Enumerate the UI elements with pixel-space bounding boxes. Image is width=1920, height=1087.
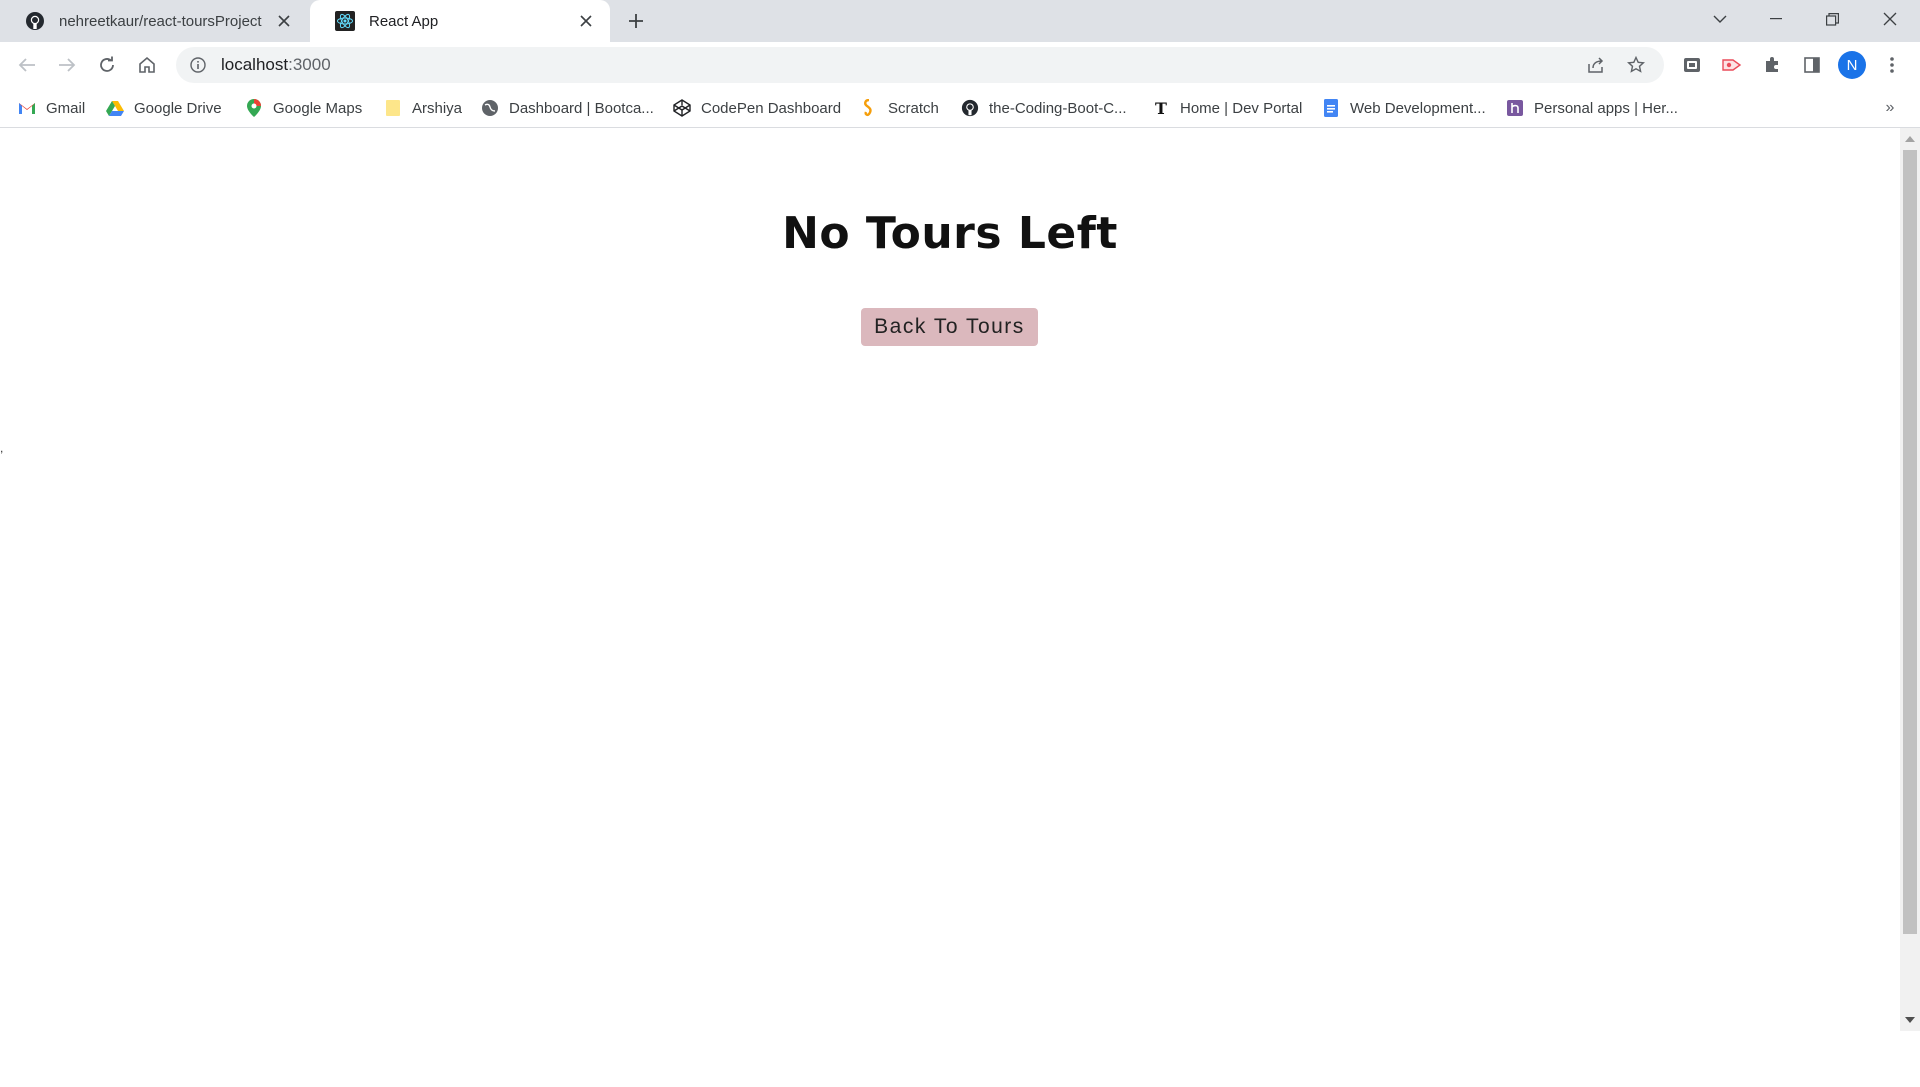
page-viewport: No Tours Left Back To Tours ,	[0, 128, 1900, 1031]
bookmark-dashboard[interactable]: Dashboard | Bootca...	[481, 88, 654, 128]
extension-clip-icon	[1684, 58, 1700, 72]
scroll-up-icon[interactable]	[1903, 132, 1917, 146]
plus-icon	[629, 14, 643, 28]
tab-react-app[interactable]: React App	[310, 0, 610, 42]
bookmark-label: Gmail	[46, 99, 86, 117]
bookmark-label: Web Development...	[1350, 99, 1486, 117]
tab-search-button[interactable]	[1692, 0, 1748, 38]
google-drive-icon	[106, 99, 124, 117]
bookmark-web-development[interactable]: Web Development...	[1322, 88, 1486, 128]
arrow-right-icon	[59, 58, 76, 72]
chevron-down-icon	[1713, 15, 1727, 23]
tab-title: nehreetkaur/react-toursProject	[59, 12, 262, 30]
page-title: No Tours Left	[782, 208, 1118, 259]
bookmark-dev-portal[interactable]: T Home | Dev Portal	[1152, 88, 1302, 128]
share-icon[interactable]	[1580, 49, 1612, 81]
bookmark-label: Scratch	[888, 99, 939, 117]
bookmark-google-maps[interactable]: Google Maps	[245, 88, 362, 128]
browser-toolbar: localhost:3000 N	[0, 42, 1920, 88]
globe-icon	[481, 99, 499, 117]
close-window-button[interactable]	[1862, 0, 1918, 38]
restore-icon	[1825, 12, 1839, 26]
bookmarks-bar: Gmail Google Drive Google Maps Arshiya D…	[0, 88, 1920, 128]
url-text: localhost:3000	[221, 55, 331, 75]
extension-button[interactable]	[1716, 49, 1748, 81]
side-panel-button[interactable]	[1796, 49, 1828, 81]
react-icon	[335, 11, 355, 31]
back-button[interactable]	[11, 49, 43, 81]
reload-button[interactable]	[91, 49, 123, 81]
arrow-left-icon	[18, 58, 35, 72]
bookmark-label: Arshiya	[412, 99, 463, 117]
google-maps-icon	[245, 99, 263, 117]
profile-avatar[interactable]: N	[1838, 51, 1866, 79]
window-bottom-area	[0, 1031, 1920, 1087]
close-icon	[1883, 12, 1897, 26]
bookmark-label: Google Drive	[134, 99, 222, 117]
extension-button[interactable]	[1676, 49, 1708, 81]
vertical-scrollbar[interactable]	[1900, 128, 1920, 1031]
extensions-button[interactable]	[1756, 49, 1788, 81]
bookmark-label: the-Coding-Boot-C...	[989, 99, 1127, 117]
bookmark-codepen[interactable]: CodePen Dashboard	[673, 88, 841, 128]
address-bar[interactable]: localhost:3000	[176, 47, 1664, 83]
gmail-icon	[18, 99, 36, 117]
bookmark-google-drive[interactable]: Google Drive	[106, 88, 222, 128]
bookmark-coding-boot-camp[interactable]: the-Coding-Boot-C...	[961, 88, 1127, 128]
scrollbar-thumb[interactable]	[1903, 150, 1917, 934]
github-icon	[961, 99, 979, 117]
side-panel-icon	[1804, 57, 1820, 73]
close-icon[interactable]	[274, 11, 294, 31]
folder-icon	[384, 99, 402, 117]
scratch-icon	[860, 99, 878, 117]
minimize-button[interactable]	[1748, 0, 1804, 38]
star-icon[interactable]	[1620, 49, 1652, 81]
url-host: localhost	[221, 55, 289, 74]
forward-button[interactable]	[51, 49, 83, 81]
more-vertical-icon	[1890, 57, 1894, 73]
bookmark-arshiya[interactable]: Arshiya	[384, 88, 462, 128]
tab-strip: nehreetkaur/react-toursProject React App	[0, 0, 1920, 42]
scroll-down-icon[interactable]	[1903, 1013, 1917, 1027]
github-icon	[25, 11, 45, 31]
bookmark-label: Google Maps	[273, 99, 363, 117]
bookmark-label: CodePen Dashboard	[701, 99, 842, 117]
bookmark-label: Personal apps | Her...	[1534, 99, 1678, 117]
codepen-icon	[673, 99, 691, 117]
video-record-icon	[1722, 59, 1742, 71]
bookmark-scratch[interactable]: Scratch	[860, 88, 939, 128]
bookmark-label: Dashboard | Bootca...	[509, 99, 654, 117]
bookmarks-overflow-button[interactable]: »	[1878, 96, 1902, 120]
restore-button[interactable]	[1804, 0, 1860, 38]
bookmark-gmail[interactable]: Gmail	[18, 88, 85, 128]
reload-icon	[100, 56, 114, 72]
svg-text:T: T	[1155, 99, 1167, 117]
bookmark-heroku[interactable]: Personal apps | Her...	[1506, 88, 1678, 128]
bookmark-label: Home | Dev Portal	[1180, 99, 1303, 117]
site-info-icon[interactable]	[187, 54, 209, 76]
url-port: :3000	[288, 55, 331, 74]
minimize-icon	[1770, 18, 1782, 20]
tab-title: React App	[369, 12, 439, 30]
heroku-icon	[1506, 99, 1524, 117]
menu-button[interactable]	[1876, 49, 1908, 81]
back-to-tours-button[interactable]: Back To Tours	[861, 308, 1038, 346]
home-button[interactable]	[131, 49, 163, 81]
puzzle-icon	[1766, 57, 1778, 72]
home-icon	[139, 56, 155, 73]
new-tab-button[interactable]	[624, 9, 648, 33]
stray-text: ,	[0, 441, 4, 455]
docs-icon	[1322, 99, 1340, 117]
tab-github-repo[interactable]: nehreetkaur/react-toursProject	[0, 0, 308, 42]
nyt-icon: T	[1152, 99, 1170, 117]
close-icon[interactable]	[576, 11, 596, 31]
